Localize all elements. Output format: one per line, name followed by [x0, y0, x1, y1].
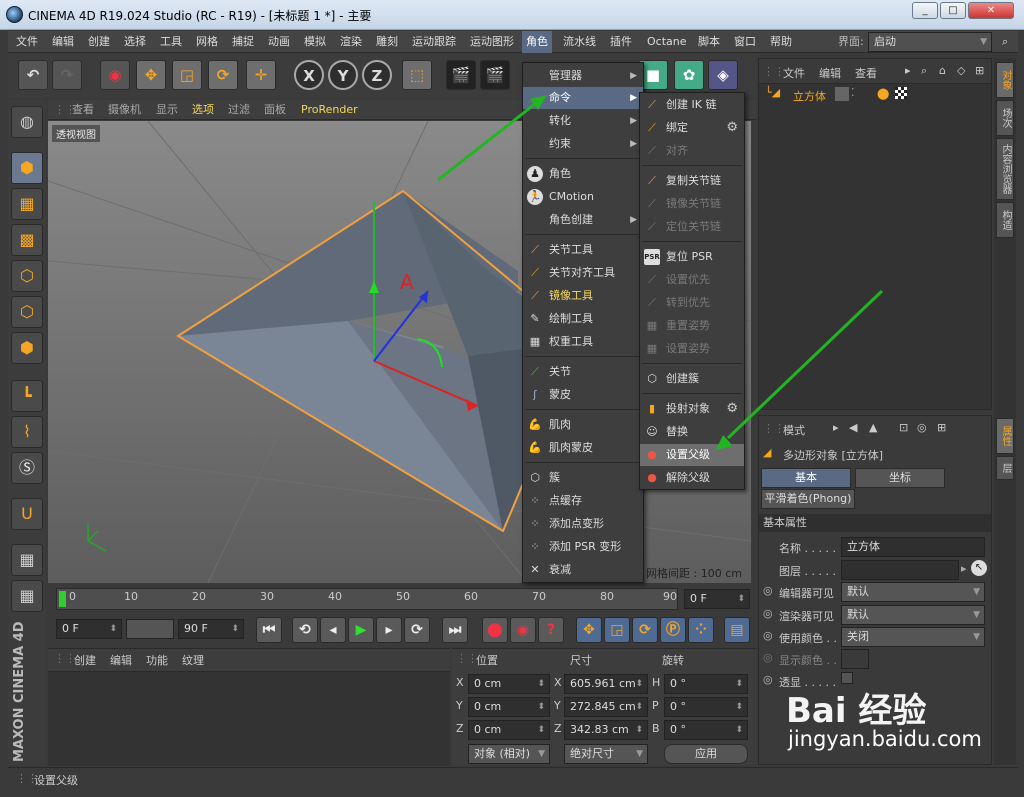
baidu-watermark-url: jingyan.baidu.com [788, 727, 982, 751]
annotation-arrows [437, 95, 884, 450]
arrow-to-set-parent [726, 289, 884, 440]
arrow-to-commands [437, 102, 536, 182]
baidu-watermark: Bai 经验 [786, 691, 927, 731]
